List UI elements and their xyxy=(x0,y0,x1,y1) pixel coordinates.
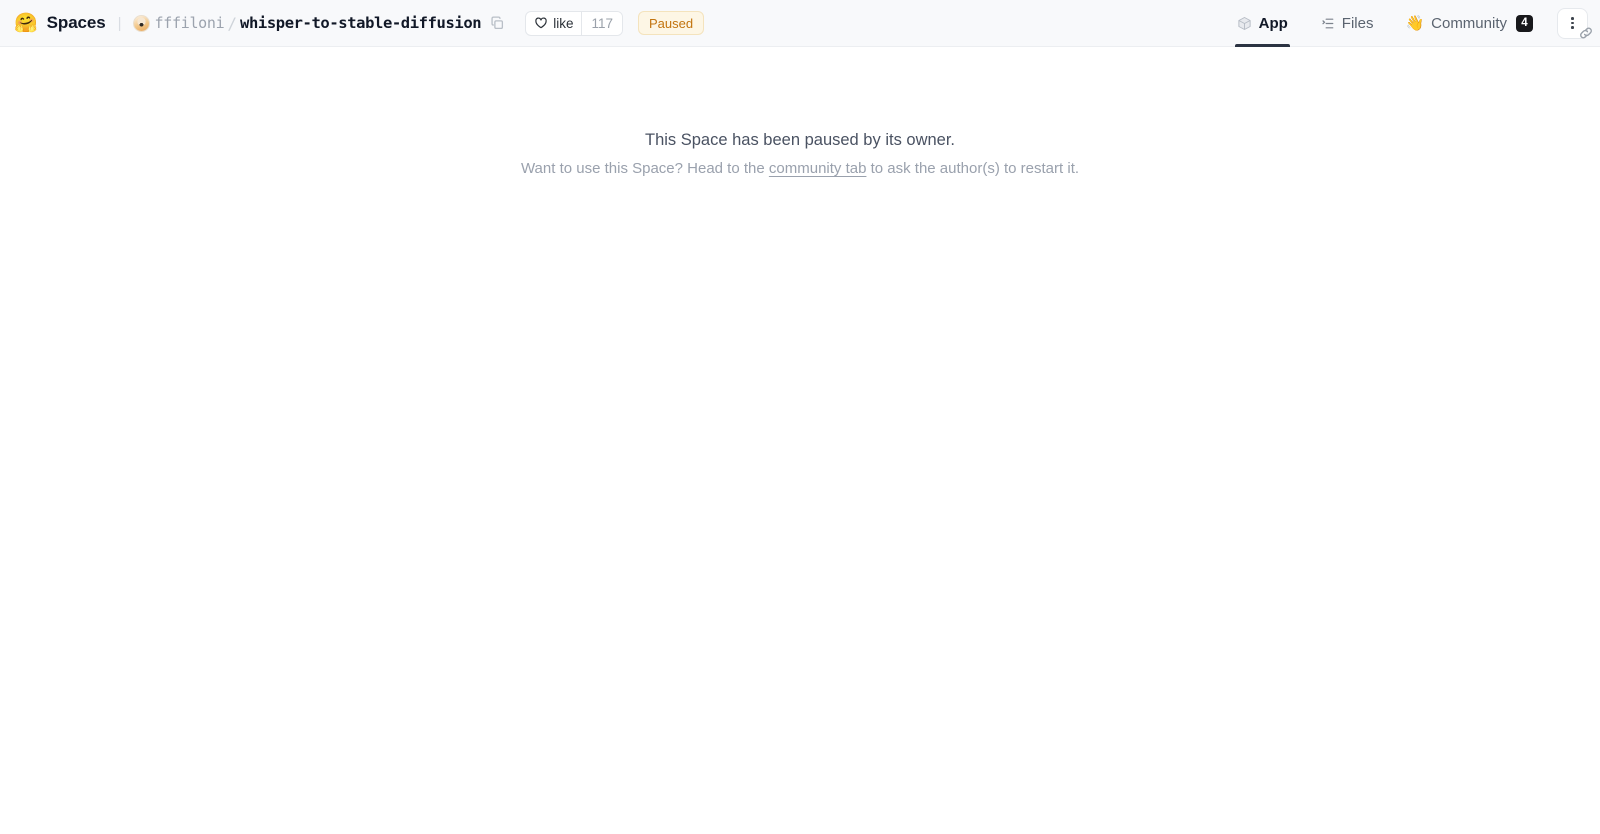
breadcrumb-owner[interactable]: fffiloni xyxy=(155,14,225,32)
like-widget: like 117 xyxy=(525,10,623,36)
wave-hand-emoji-icon: 👋 xyxy=(1405,14,1425,32)
copy-icon[interactable] xyxy=(490,15,505,31)
like-button[interactable]: like xyxy=(526,12,581,35)
paused-title: This Space has been paused by its owner. xyxy=(644,131,956,149)
paused-subtitle: Want to use this Space? Head to the comm… xyxy=(0,160,1600,177)
tab-app[interactable]: App xyxy=(1221,0,1304,47)
tab-community[interactable]: 👋 Community 4 xyxy=(1389,0,1549,47)
file-list-icon xyxy=(1320,16,1335,31)
breadcrumb-repo-name[interactable]: whisper-to-stable-diffusion xyxy=(240,14,482,32)
header-divider: | xyxy=(117,14,122,32)
link-icon[interactable] xyxy=(1578,25,1594,41)
tab-app-label: App xyxy=(1258,14,1288,32)
tab-files-label: Files xyxy=(1341,14,1374,32)
community-count-badge: 4 xyxy=(1516,14,1533,32)
paused-subtitle-suffix: to ask the author(s) to restart it. xyxy=(866,160,1080,177)
tab-files[interactable]: Files xyxy=(1304,0,1390,47)
header-nav-tabs: App Files 👋 Community 4 xyxy=(1221,0,1592,47)
tab-community-label: Community xyxy=(1431,14,1507,32)
main-content-area: This Space has been paused by its owner.… xyxy=(0,47,1600,834)
like-count[interactable]: 117 xyxy=(581,11,622,35)
hugging-face-emoji-icon: 🤗 xyxy=(14,12,38,34)
heart-icon xyxy=(534,16,548,30)
breadcrumb-slash: / xyxy=(227,13,238,33)
status-badge: Paused xyxy=(638,11,705,35)
paused-subtitle-prefix: Want to use this Space? Head to the xyxy=(520,160,769,177)
spaces-product-label[interactable]: Spaces xyxy=(47,13,106,33)
owner-avatar[interactable] xyxy=(132,14,150,32)
top-header-bar: 🤗 Spaces | fffiloni / whisper-to-stable-… xyxy=(0,0,1600,47)
community-tab-link[interactable]: community tab xyxy=(769,160,867,177)
cube-icon xyxy=(1237,16,1252,31)
overflow-menu-button[interactable] xyxy=(1557,7,1592,39)
vertical-dots-icon xyxy=(1571,17,1574,29)
like-label: like xyxy=(553,15,574,31)
